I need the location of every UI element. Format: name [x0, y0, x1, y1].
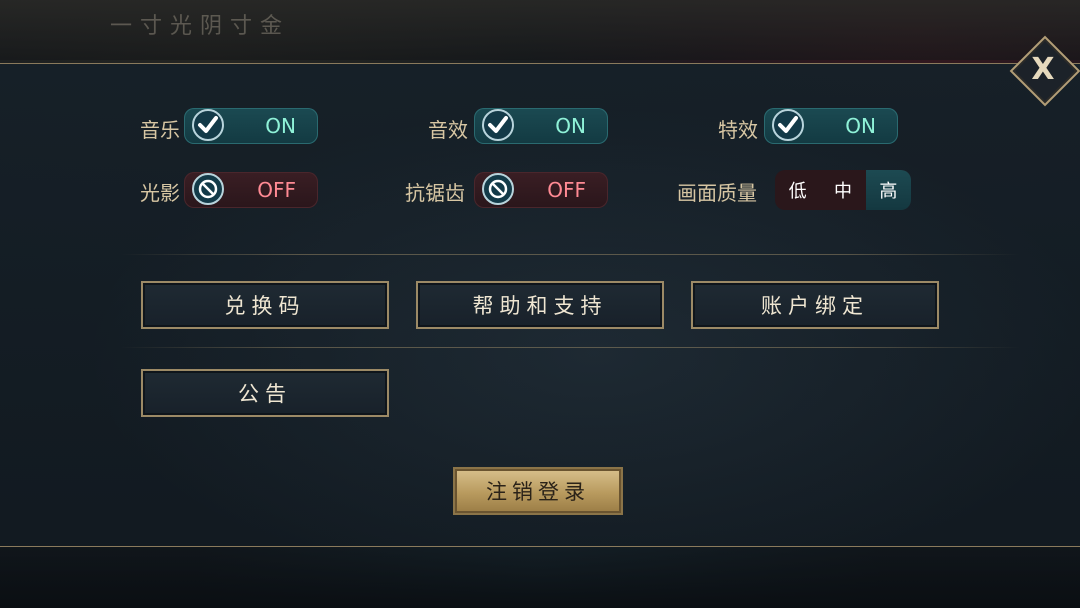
lighting-label: 光影 [140, 181, 180, 205]
logout-button[interactable]: 注销登录 [453, 467, 623, 515]
lighting-toggle[interactable]: OFF [184, 172, 318, 208]
antialias-toggle[interactable]: OFF [474, 172, 608, 208]
music-toggle-state: ON [265, 114, 296, 138]
checkmark-icon [192, 109, 224, 141]
effects-label: 特效 [718, 118, 758, 142]
quality-option-medium[interactable]: 中 [820, 170, 865, 210]
account-bind-button[interactable]: 账户绑定 [691, 281, 939, 329]
music-label: 音乐 [140, 118, 180, 142]
antialias-label: 抗锯齿 [405, 181, 465, 205]
checkmark-icon [482, 109, 514, 141]
redeem-code-button[interactable]: 兑换码 [141, 281, 389, 329]
disabled-icon [482, 173, 514, 205]
help-support-button[interactable]: 帮助和支持 [416, 281, 664, 329]
quality-label: 画面质量 [677, 181, 757, 205]
checkmark-icon [772, 109, 804, 141]
effects-toggle[interactable]: ON [764, 108, 898, 144]
quality-option-high[interactable]: 高 [865, 170, 911, 210]
sound-toggle[interactable]: ON [474, 108, 608, 144]
sound-label: 音效 [428, 118, 468, 142]
close-icon[interactable]: X [1020, 46, 1066, 92]
background-bottom-bar [0, 546, 1080, 608]
antialias-toggle-state: OFF [547, 178, 586, 202]
announcement-button[interactable]: 公告 [141, 369, 389, 417]
quality-option-low[interactable]: 低 [775, 170, 820, 210]
divider [120, 254, 1020, 255]
music-toggle[interactable]: ON [184, 108, 318, 144]
lighting-toggle-state: OFF [257, 178, 296, 202]
divider [120, 347, 1020, 348]
background-top-bar: 一寸光阴寸金 [0, 0, 1080, 60]
sound-toggle-state: ON [555, 114, 586, 138]
disabled-icon [192, 173, 224, 205]
quality-selector: 低 中 高 [775, 170, 911, 210]
background-title: 一寸光阴寸金 [110, 14, 291, 39]
effects-toggle-state: ON [845, 114, 876, 138]
